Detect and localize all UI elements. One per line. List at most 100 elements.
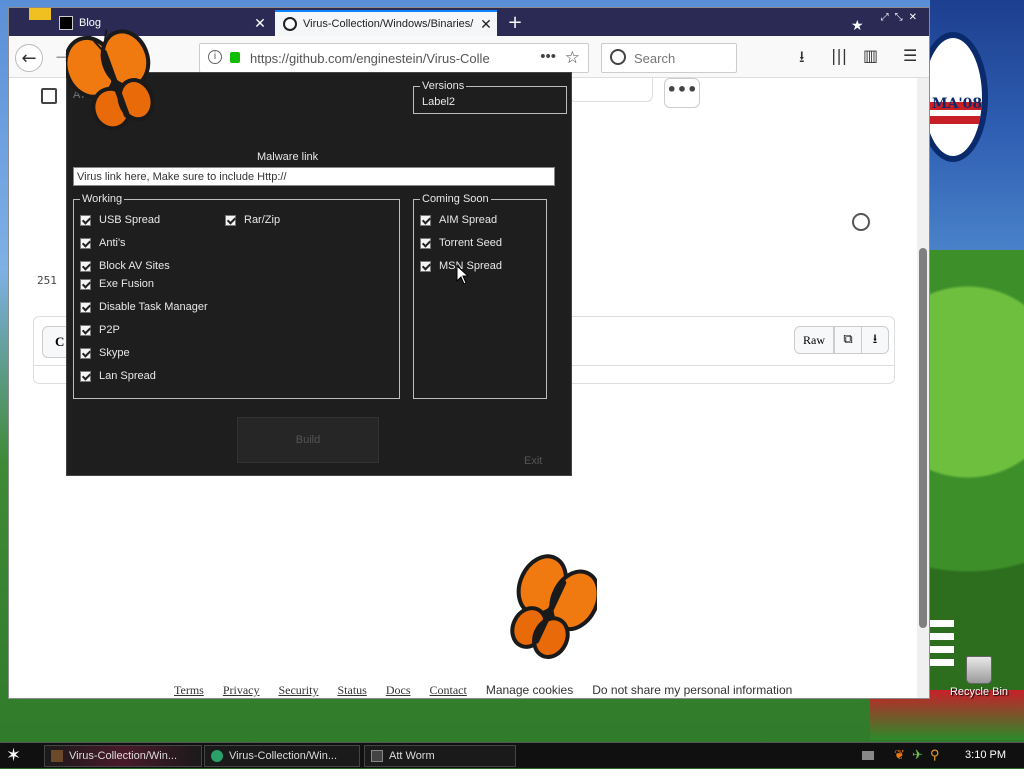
- checkbox-label: P2P: [99, 324, 120, 336]
- checkbox-label: AIM Spread: [439, 214, 498, 226]
- more-options-button[interactable]: •••: [664, 78, 700, 108]
- mouse-cursor-icon: [456, 265, 468, 285]
- versions-value: Label2: [422, 96, 456, 108]
- line-count: 251: [37, 274, 57, 287]
- build-button[interactable]: Build: [237, 417, 379, 463]
- coming-soon-title: Coming Soon: [420, 192, 491, 206]
- butterfly-icon: [510, 554, 597, 659]
- footer-link-privacy[interactable]: Privacy: [223, 683, 260, 697]
- search-tray-icon[interactable]: ⚲: [930, 747, 940, 763]
- versions-groupbox: Versions Label2: [413, 79, 567, 114]
- exit-button[interactable]: Exit: [524, 455, 542, 467]
- checkbox-icon[interactable]: [225, 214, 236, 226]
- search-placeholder: Search: [634, 51, 676, 66]
- recycle-bin-icon: [966, 656, 992, 684]
- footer-link-docs[interactable]: Docs: [386, 683, 411, 697]
- footer-link-security[interactable]: Security: [278, 683, 318, 697]
- back-arrow-icon[interactable]: ←: [15, 44, 43, 72]
- file-tree-toggle-icon[interactable]: [41, 88, 57, 104]
- search-input[interactable]: Search: [601, 43, 737, 73]
- checkbox-usb-spread[interactable]: USB Spread: [80, 214, 160, 226]
- checkbox-rar-zip[interactable]: Rar/Zip: [225, 214, 280, 226]
- search-icon: [610, 49, 626, 65]
- globe-icon: [211, 750, 223, 762]
- checkbox-antis[interactable]: Anti's: [80, 237, 126, 249]
- butterfly-tray-icon[interactable]: ❦: [894, 747, 905, 763]
- checkbox-icon[interactable]: [80, 214, 91, 226]
- checkbox-icon[interactable]: [80, 278, 91, 290]
- checkbox-label: Rar/Zip: [244, 214, 281, 226]
- malware-link-label: Malware link: [257, 151, 319, 163]
- checkbox-block-av-sites[interactable]: Block AV Sites: [80, 260, 170, 272]
- checkbox-torrent-seed[interactable]: Torrent Seed: [420, 237, 502, 249]
- checkbox-icon[interactable]: [80, 370, 91, 382]
- footer-link-contact[interactable]: Contact: [430, 683, 467, 697]
- obama-logo-text: MA'08: [932, 96, 983, 112]
- github-favicon-icon: [283, 17, 297, 31]
- checkbox-icon[interactable]: [420, 214, 431, 226]
- tab-virus-collection[interactable]: Virus-Collection/Windows/Binaries/ ✕: [275, 10, 497, 36]
- checkbox-icon[interactable]: [80, 237, 91, 249]
- browser-icon: [51, 750, 63, 762]
- download-icon[interactable]: ⭳: [799, 46, 805, 73]
- page-actions-icon[interactable]: •••: [540, 48, 556, 65]
- checkbox-label: Disable Task Manager: [99, 301, 208, 313]
- checkbox-disable-task-manager[interactable]: Disable Task Manager: [80, 301, 208, 313]
- branch-dropdown[interactable]: [569, 78, 653, 102]
- taskbar-item-virus-collection-2[interactable]: Virus-Collection/Win...: [204, 745, 360, 767]
- bookmark-star-icon[interactable]: ☆: [565, 48, 580, 68]
- scrollbar-thumb[interactable]: [919, 248, 927, 628]
- working-title: Working: [80, 192, 125, 206]
- checkbox-icon[interactable]: [80, 301, 91, 313]
- download-icon[interactable]: ⭳: [861, 326, 889, 354]
- lock-icon[interactable]: [230, 52, 240, 63]
- clock[interactable]: 3:10 PM: [965, 749, 1006, 761]
- network-icon[interactable]: ✈: [912, 747, 923, 763]
- checkbox-exe-fusion[interactable]: Exe Fusion: [80, 278, 154, 290]
- copy-icon[interactable]: ⧉: [834, 326, 862, 354]
- system-tray: ❦ ✈ ⚲ 3:10 PM: [854, 743, 1024, 769]
- footer-link-status[interactable]: Status: [337, 683, 366, 697]
- raw-button[interactable]: Raw: [794, 326, 834, 354]
- checkbox-label: Skype: [99, 347, 130, 359]
- url-text[interactable]: https://github.com/enginestein/Virus-Col…: [250, 51, 490, 66]
- close-tab-icon[interactable]: ✕: [249, 15, 271, 32]
- checkbox-icon[interactable]: [420, 260, 431, 272]
- checkbox-label: Anti's: [99, 237, 126, 249]
- keyboard-icon[interactable]: [862, 751, 874, 760]
- sidebar-icon[interactable]: ▥: [863, 46, 878, 65]
- checkbox-icon[interactable]: [80, 260, 91, 272]
- window-controls[interactable]: ⤢⤡✕: [881, 12, 923, 23]
- checkbox-icon[interactable]: [420, 237, 431, 249]
- taskbar-item-att-worm[interactable]: Att Worm: [364, 745, 516, 767]
- recycle-bin-shortcut[interactable]: Recycle Bin: [944, 656, 1014, 698]
- checkbox-aim-spread[interactable]: AIM Spread: [420, 214, 497, 226]
- malware-link-input[interactable]: [73, 167, 555, 186]
- close-tab-icon[interactable]: ✕: [475, 16, 497, 33]
- start-menu-icon[interactable]: ✶: [6, 745, 21, 766]
- new-tab-button[interactable]: +: [503, 12, 527, 33]
- taskbar-item-virus-collection-1[interactable]: Virus-Collection/Win...: [44, 745, 202, 767]
- page-scrollbar[interactable]: [917, 78, 929, 698]
- star-icon: ★: [851, 18, 864, 34]
- checkbox-label: MSN Spread: [439, 260, 502, 272]
- footer-link-do-not-share[interactable]: Do not share my personal information: [592, 683, 792, 697]
- footer-link-terms[interactable]: Terms: [174, 683, 204, 697]
- checkbox-icon[interactable]: [80, 324, 91, 336]
- recycle-bin-label: Recycle Bin: [949, 686, 1009, 698]
- checkbox-label: Block AV Sites: [99, 260, 170, 272]
- hamburger-menu-icon[interactable]: ☰: [903, 46, 917, 65]
- window-icon: [371, 750, 383, 762]
- footer-link-manage-cookies[interactable]: Manage cookies: [486, 683, 573, 697]
- info-icon[interactable]: i: [208, 50, 222, 64]
- checkbox-lan-spread[interactable]: Lan Spread: [80, 370, 156, 382]
- checkbox-skype[interactable]: Skype: [80, 347, 130, 359]
- library-icon[interactable]: |||: [831, 46, 847, 65]
- checkbox-p2p[interactable]: P2P: [80, 324, 120, 336]
- checkbox-icon[interactable]: [80, 347, 91, 359]
- checkbox-label: Exe Fusion: [99, 278, 155, 290]
- history-icon[interactable]: [852, 213, 870, 231]
- address-bar[interactable]: i https://github.com/enginestein/Virus-C…: [199, 43, 589, 73]
- butterfly-icon: [66, 29, 155, 131]
- pinned-tab[interactable]: [29, 8, 51, 20]
